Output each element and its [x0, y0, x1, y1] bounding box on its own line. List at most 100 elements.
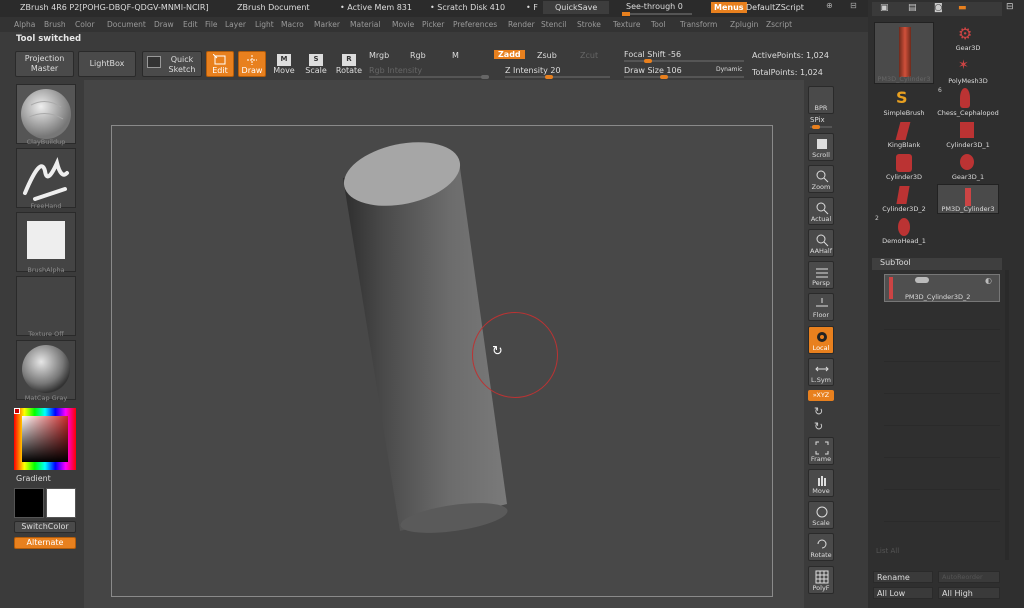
m-button[interactable]: M — [452, 51, 459, 60]
move-view-button[interactable]: Move — [808, 469, 834, 497]
polymesh3d-icon[interactable]: ✶ — [958, 58, 969, 73]
see-through-slider[interactable]: See-through 0 — [620, 1, 689, 12]
gear3d-1-icon[interactable] — [960, 154, 974, 170]
all-low-button[interactable]: All Low — [873, 587, 933, 599]
z-intensity-slider[interactable] — [505, 75, 610, 79]
demohead-icon[interactable] — [898, 218, 910, 236]
focal-shift-handle[interactable] — [644, 59, 652, 63]
all-high-button[interactable]: All High — [938, 587, 1000, 599]
menu-transform[interactable]: Transform — [680, 20, 717, 29]
subtool-item-active[interactable]: ◐ PM3D_Cylinder3D_2 — [884, 274, 1000, 302]
material-selector[interactable] — [16, 340, 76, 400]
chess-piece-icon[interactable] — [960, 88, 970, 108]
menu-draw[interactable]: Draw — [154, 20, 174, 29]
rgb-button[interactable]: Rgb — [410, 51, 426, 60]
menu-picker[interactable]: Picker — [422, 20, 444, 29]
menu-macro[interactable]: Macro — [281, 20, 304, 29]
subtool-eye-icon[interactable]: ◐ — [985, 276, 992, 285]
bpr-button[interactable]: BPR — [808, 86, 834, 114]
quicksave-button[interactable]: QuickSave — [543, 1, 610, 14]
subtool-scrollbar[interactable] — [1005, 270, 1009, 560]
secondary-color-swatch[interactable] — [46, 488, 76, 518]
stroke-selector[interactable] — [16, 148, 76, 208]
spix-slider[interactable] — [810, 125, 832, 129]
zadd-button[interactable]: Zadd — [494, 50, 525, 59]
tool-save-icon[interactable]: ▤ — [908, 3, 917, 13]
switch-color-button[interactable]: SwitchColor — [14, 521, 76, 533]
gear3d-icon[interactable]: ⚙ — [958, 24, 972, 43]
draw-button[interactable]: Draw — [238, 51, 266, 77]
menu-preferences[interactable]: Preferences — [453, 20, 497, 29]
panel-window-controls[interactable]: ⊟ — [1006, 2, 1022, 16]
simplebrush-icon[interactable]: S — [896, 88, 908, 107]
rotate-mode-button[interactable]: R Rotate — [334, 51, 364, 77]
menu-stroke[interactable]: Stroke — [577, 20, 601, 29]
tool-export-icon[interactable]: ▬ — [958, 3, 967, 13]
menu-brush[interactable]: Brush — [44, 20, 66, 29]
menu-stencil[interactable]: Stencil — [541, 20, 566, 29]
menu-color[interactable]: Color — [75, 20, 95, 29]
brush-selector[interactable] — [16, 84, 76, 144]
local-button[interactable]: Local — [808, 326, 834, 354]
rotate-view-button[interactable]: Rotate — [808, 533, 834, 561]
autoreorder-button[interactable]: AutoReorder — [938, 571, 1000, 583]
see-through-handle[interactable] — [622, 12, 630, 16]
menu-render[interactable]: Render — [508, 20, 535, 29]
rotate-y-icon[interactable]: ↻ — [814, 405, 823, 418]
subtool-visibility-icon[interactable] — [915, 277, 929, 283]
aahalf-button[interactable]: AAHalf — [808, 229, 834, 257]
menu-document[interactable]: Document — [107, 20, 146, 29]
gradient-toggle[interactable]: Gradient — [16, 474, 51, 483]
projection-master-button[interactable]: Projection Master — [15, 51, 74, 77]
focal-shift-slider[interactable] — [624, 59, 744, 63]
persp-button[interactable]: Persp — [808, 261, 834, 289]
help-icon[interactable]: ⊕ — [826, 1, 833, 10]
default-zscript-button[interactable]: DefaultZScript — [746, 3, 804, 12]
rotate-z-icon[interactable]: ↻ — [814, 420, 823, 433]
menu-alpha[interactable]: Alpha — [14, 20, 35, 29]
viewport-canvas[interactable]: ↻ — [111, 125, 773, 597]
draw-size-slider[interactable] — [624, 75, 744, 79]
rgb-intensity-handle[interactable] — [481, 75, 489, 79]
scale-mode-button[interactable]: S Scale — [302, 51, 330, 77]
menus-button[interactable]: Menus — [711, 2, 747, 13]
primary-color-swatch[interactable] — [14, 488, 44, 518]
lsym-button[interactable]: L.Sym — [808, 358, 834, 386]
z-intensity-handle[interactable] — [545, 75, 553, 79]
menu-material[interactable]: Material — [350, 20, 380, 29]
saturation-square[interactable] — [22, 416, 68, 462]
frame-button[interactable]: Frame — [808, 437, 834, 465]
scroll-button[interactable]: Scroll — [808, 133, 834, 161]
rgb-intensity-slider[interactable] — [369, 75, 489, 79]
polyf-button[interactable]: PolyF — [808, 566, 834, 594]
menu-movie[interactable]: Movie — [392, 20, 414, 29]
menu-zscript[interactable]: Zscript — [766, 20, 792, 29]
tool-load-icon[interactable]: ▣ — [880, 3, 889, 13]
color-picker[interactable] — [14, 408, 76, 470]
texture-selector[interactable] — [16, 276, 76, 336]
menu-edit[interactable]: Edit — [183, 20, 198, 29]
scale-view-button[interactable]: Scale — [808, 501, 834, 529]
list-all-button[interactable]: List All — [876, 547, 899, 555]
layout-icon[interactable]: ⊟ — [850, 1, 857, 10]
lightbox-button[interactable]: LightBox — [78, 51, 136, 77]
see-through-track[interactable] — [622, 12, 692, 16]
menu-layer[interactable]: Layer — [225, 20, 246, 29]
xyz-button[interactable]: »XYZ — [808, 390, 834, 401]
move-mode-button[interactable]: M Move — [270, 51, 298, 77]
mrgb-button[interactable]: Mrgb — [369, 51, 389, 60]
rename-button[interactable]: Rename — [873, 571, 933, 583]
quick-sketch-button[interactable]: Quick Sketch — [142, 51, 202, 77]
menu-texture[interactable]: Texture — [613, 20, 640, 29]
draw-size-handle[interactable] — [660, 75, 668, 79]
edit-button[interactable]: Edit — [206, 51, 234, 77]
dynamic-button[interactable]: Dynamic — [716, 66, 742, 73]
cylinder3d-icon[interactable] — [896, 154, 912, 172]
menu-tool[interactable]: Tool — [651, 20, 666, 29]
menu-file[interactable]: File — [205, 20, 218, 29]
spix-handle[interactable] — [812, 125, 820, 129]
menu-light[interactable]: Light — [255, 20, 274, 29]
zcut-button[interactable]: Zcut — [580, 51, 598, 60]
alpha-selector[interactable] — [16, 212, 76, 272]
menu-marker[interactable]: Marker — [314, 20, 340, 29]
